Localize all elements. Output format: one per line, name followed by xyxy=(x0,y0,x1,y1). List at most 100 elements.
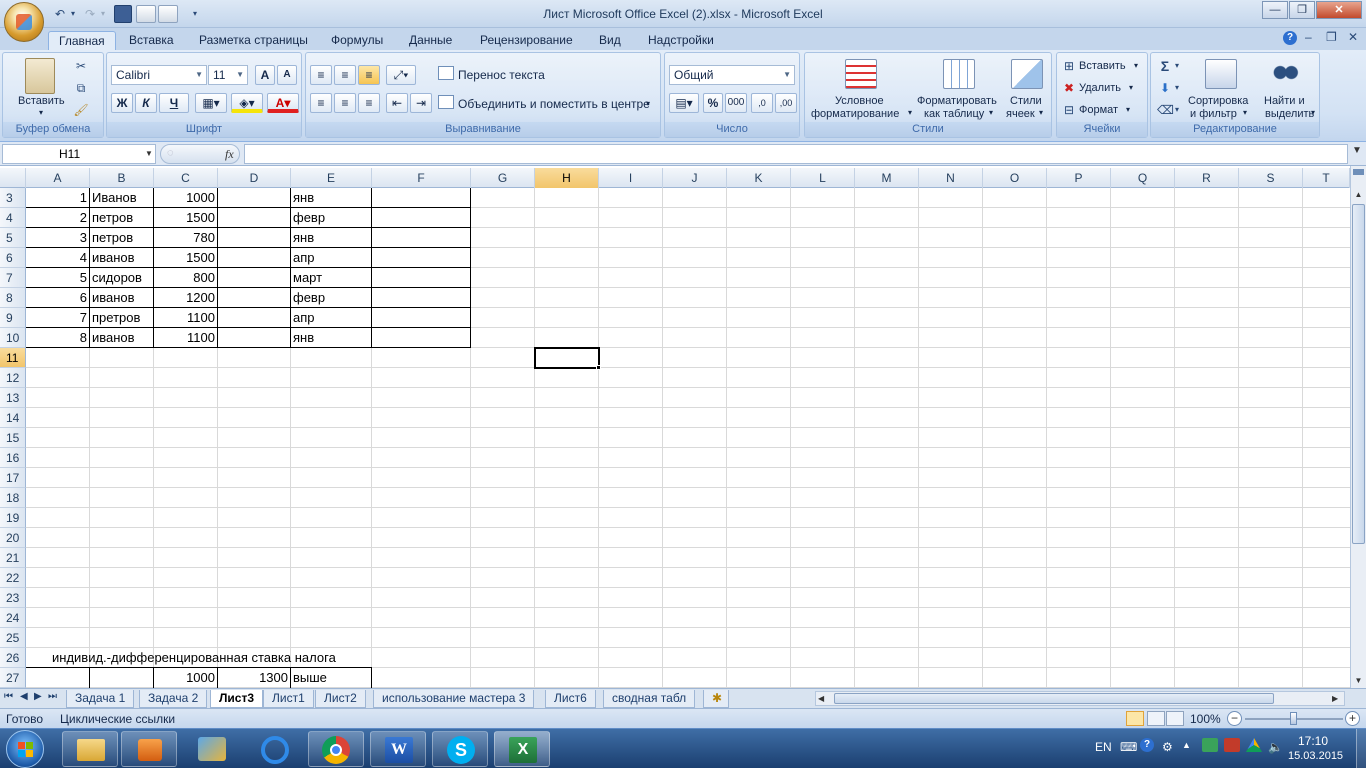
column-header-l[interactable]: L xyxy=(791,168,855,188)
customize-qat-icon[interactable]: ▾ xyxy=(190,5,200,23)
decrease-indent-icon[interactable]: ⇤ xyxy=(386,93,408,113)
zoom-slider-thumb[interactable] xyxy=(1290,712,1297,725)
ribbon-minimize-icon[interactable]: – xyxy=(1305,30,1312,44)
cell-e9[interactable]: апр xyxy=(291,308,371,328)
autosum-icon[interactable]: Σ xyxy=(1157,58,1173,74)
column-header-o[interactable]: O xyxy=(983,168,1047,188)
tab-data[interactable]: Данные xyxy=(399,31,462,50)
column-header-n[interactable]: N xyxy=(919,168,983,188)
cell-a6[interactable]: 4 xyxy=(26,248,89,268)
row-header[interactable]: 13 xyxy=(0,388,26,408)
cell-a3[interactable]: 1 xyxy=(26,188,89,208)
format-table-line1[interactable]: Форматировать xyxy=(917,95,997,107)
media-player-taskbar-button[interactable] xyxy=(121,731,177,767)
undo-icon[interactable]: ↶ xyxy=(52,5,68,23)
chevron-down-icon[interactable]: ▼ xyxy=(145,149,153,158)
tab-addins[interactable]: Надстройки xyxy=(638,31,724,50)
conditional-format-line2[interactable]: форматирование xyxy=(811,108,899,120)
cell-a9[interactable]: 7 xyxy=(26,308,89,328)
cell-a4[interactable]: 2 xyxy=(26,208,89,228)
align-top-icon[interactable]: ≡ xyxy=(310,65,332,85)
cell-b7[interactable]: сидоров xyxy=(90,268,153,288)
font-name-combo[interactable]: Calibri ▼ xyxy=(111,65,207,85)
fill-color-icon[interactable]: ◈▾ xyxy=(231,93,263,113)
column-header-e[interactable]: E xyxy=(291,168,372,188)
scroll-thumb[interactable] xyxy=(1352,204,1365,544)
tab-home[interactable]: Главная xyxy=(48,31,116,50)
cell-b10[interactable]: иванов xyxy=(90,328,153,348)
row-header[interactable]: 17 xyxy=(0,468,26,488)
cell-e6[interactable]: апр xyxy=(291,248,371,268)
row-header[interactable]: 23 xyxy=(0,588,26,608)
security-tray-icon[interactable] xyxy=(1224,738,1240,752)
network-tray-icon[interactable] xyxy=(1202,738,1218,752)
align-left-icon[interactable]: ≡ xyxy=(310,93,332,113)
sheet-tab[interactable]: Задача 2 xyxy=(139,690,208,708)
number-format-combo[interactable]: Общий ▼ xyxy=(669,65,795,85)
column-header-m[interactable]: M xyxy=(855,168,919,188)
row-header[interactable]: 3 xyxy=(0,188,26,208)
minimize-button[interactable]: — xyxy=(1262,1,1288,19)
language-indicator[interactable]: EN xyxy=(1095,740,1112,754)
sheet-tab[interactable]: Лист6 xyxy=(545,690,596,708)
scroll-up-icon[interactable]: ▲ xyxy=(1351,188,1366,202)
tab-page-layout[interactable]: Разметка страницы xyxy=(189,31,318,50)
cell-e7[interactable]: март xyxy=(291,268,371,288)
status-circular-refs[interactable]: Циклические ссылки xyxy=(60,712,175,726)
row-header[interactable]: 6 xyxy=(0,248,26,268)
cell-c5[interactable]: 780 xyxy=(154,228,217,248)
conditional-format-line1[interactable]: Условное xyxy=(835,95,884,107)
cell-b5[interactable]: петров xyxy=(90,228,153,248)
clear-dropdown-icon[interactable]: ▾ xyxy=(1173,105,1181,114)
format-cells-button[interactable]: Формат xyxy=(1079,104,1118,116)
increase-indent-icon[interactable]: ⇥ xyxy=(410,93,432,113)
merge-dropdown-icon[interactable]: ▾ xyxy=(646,99,650,108)
cell-b8[interactable]: иванов xyxy=(90,288,153,308)
find-select-line1[interactable]: Найти и xyxy=(1264,95,1305,107)
zoom-level[interactable]: 100% xyxy=(1190,712,1221,726)
clear-icon[interactable]: ⌫ xyxy=(1157,103,1174,117)
column-header-k[interactable]: K xyxy=(727,168,791,188)
row-header[interactable]: 22 xyxy=(0,568,26,588)
cell-a26[interactable]: индивид.-дифференцированная ставка налог… xyxy=(50,648,410,668)
sheet-prev-icon[interactable]: ◀ xyxy=(20,691,28,702)
cell-c27[interactable]: 1000 xyxy=(154,668,217,688)
horizontal-scrollbar[interactable]: ◀ ▶ xyxy=(815,691,1345,706)
format-dropdown-icon[interactable]: ▾ xyxy=(1126,105,1130,114)
row-header[interactable]: 4 xyxy=(0,208,26,228)
column-header-t[interactable]: T xyxy=(1303,168,1350,188)
hscroll-thumb[interactable] xyxy=(834,693,1274,704)
insert-dropdown-icon[interactable]: ▾ xyxy=(1134,61,1138,70)
cell-c4[interactable]: 1500 xyxy=(154,208,217,228)
column-header-i[interactable]: I xyxy=(599,168,663,188)
row-header[interactable]: 25 xyxy=(0,628,26,648)
sort-filter-line2[interactable]: и фильтр xyxy=(1190,108,1237,120)
row-header[interactable]: 18 xyxy=(0,488,26,508)
shrink-font-button[interactable]: A xyxy=(277,65,297,85)
save-icon[interactable] xyxy=(114,5,132,23)
column-header-f[interactable]: F xyxy=(372,168,471,188)
italic-button[interactable]: К xyxy=(135,93,157,113)
column-header-j[interactable]: J xyxy=(663,168,727,188)
office-button[interactable] xyxy=(4,2,44,42)
column-header-s[interactable]: S xyxy=(1239,168,1303,188)
font-size-combo[interactable]: 11 ▼ xyxy=(208,65,248,85)
format-painter-icon[interactable]: 🖌 xyxy=(73,103,89,117)
bold-button[interactable]: Ж xyxy=(111,93,133,113)
redo-icon[interactable]: ↷ xyxy=(82,5,98,23)
delete-cells-button[interactable]: Удалить xyxy=(1079,82,1121,94)
row-header[interactable]: 5 xyxy=(0,228,26,248)
page-break-view-icon[interactable] xyxy=(1166,711,1184,726)
undo-dropdown-icon[interactable]: ▾ xyxy=(68,5,78,23)
settings-tray-icon[interactable]: ⚙ xyxy=(1162,740,1173,754)
sheet-last-icon[interactable]: ⏭ xyxy=(48,691,57,702)
percent-button[interactable]: % xyxy=(703,93,723,113)
cell-e5[interactable]: янв xyxy=(291,228,371,248)
sheet-tab[interactable]: Лист2 xyxy=(315,690,366,708)
column-header-a[interactable]: A xyxy=(26,168,90,188)
column-header-q[interactable]: Q xyxy=(1111,168,1175,188)
row-header[interactable]: 14 xyxy=(0,408,26,428)
cut-icon[interactable]: ✂ xyxy=(73,59,89,73)
wrap-text-button[interactable]: Перенос текста xyxy=(458,68,545,82)
clock-time[interactable]: 17:10 xyxy=(1298,734,1328,748)
